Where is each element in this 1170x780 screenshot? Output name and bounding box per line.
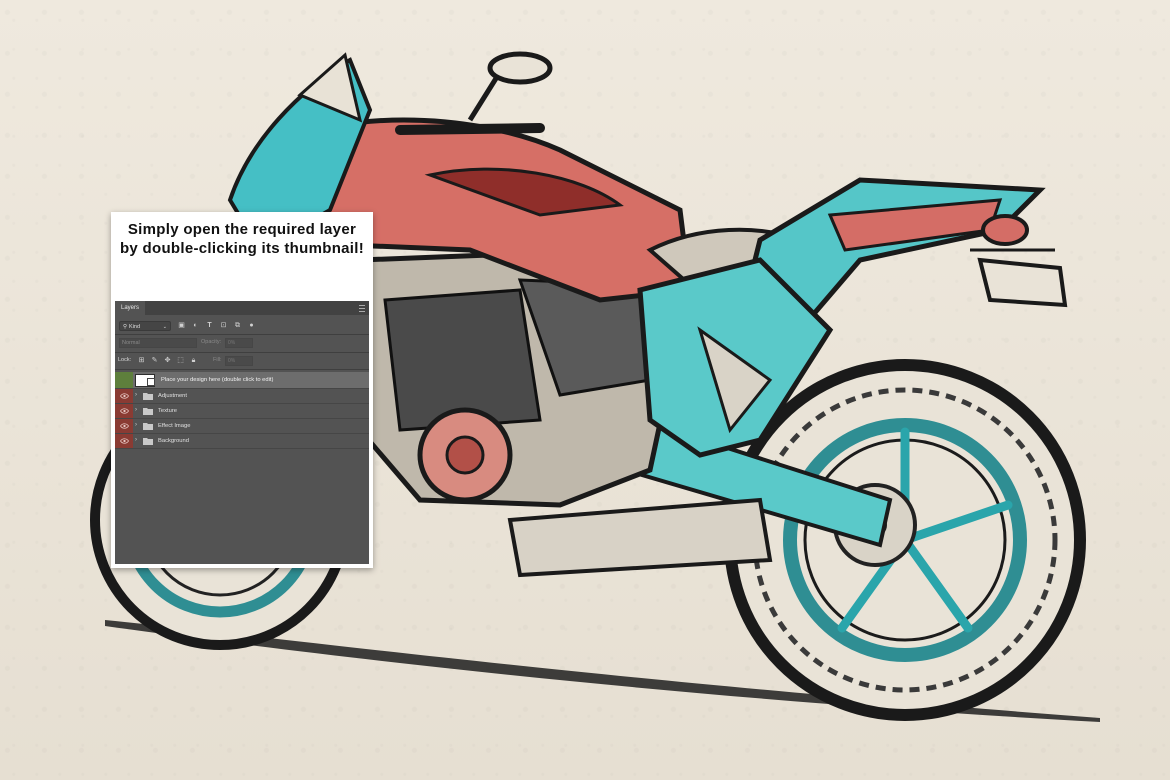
lock-artboard-icon[interactable]: ⬚ [176,356,185,365]
tab-layers[interactable]: Layers [115,301,146,315]
panel-menu-icon[interactable] [359,305,365,312]
chevron-right-icon[interactable]: › [135,407,137,413]
folder-icon [143,423,153,430]
blend-mode-select[interactable]: Normal [119,338,197,348]
layer-row-texture[interactable]: › Texture [115,404,369,419]
layer-name: Adjustment [158,393,187,399]
lock-all-icon[interactable]: 🔒︎ [189,356,198,365]
lock-position-icon[interactable]: ✥ [163,356,172,365]
instruction-text: Simply open the required layer by double… [119,221,365,257]
folder-icon [143,438,153,445]
layer-name: Place your design here (double click to … [161,377,274,383]
visibility-toggle[interactable] [115,434,133,448]
chevron-down-icon: ⌄ [162,324,167,330]
layer-name: Texture [158,408,178,414]
lock-transparent-pixels-icon[interactable]: ⊞ [137,356,146,365]
layer-row-effect-image[interactable]: › Effect Image [115,419,369,434]
eye-icon [119,408,129,414]
lock-label: Lock: [118,357,132,363]
folder-icon [143,393,153,400]
divider [115,352,369,353]
layer-filter-row: ⚲ Kind ⌄ ▣ ◐ T ⊡ ⧉ ● [115,320,369,332]
layers-panel: Layers ⚲ Kind ⌄ ▣ ◐ T ⊡ ⧉ ● Normal Opacit… [115,301,369,564]
visibility-toggle[interactable] [115,404,133,418]
adjustment-filter-icon[interactable]: ◐ [191,321,200,330]
instruction-callout-card: Simply open the required layer by double… [111,212,373,568]
layer-row-adjustment[interactable]: › Adjustment [115,389,369,404]
search-icon: ⚲ [123,324,128,330]
layer-name: Effect Image [158,423,191,429]
visibility-toggle[interactable] [115,419,133,433]
image-filter-icon[interactable]: ▣ [177,321,186,330]
panel-tab-bar: Layers [115,301,369,315]
fill-label: Fill: [213,357,222,363]
opacity-label: Opacity: [201,339,222,345]
divider [115,334,369,335]
filter-toggle-icon[interactable]: ● [247,321,256,330]
chevron-right-icon[interactable]: › [135,392,137,398]
fill-field[interactable]: 0% [225,356,253,366]
type-filter-icon[interactable]: T [205,321,214,330]
shape-filter-icon[interactable]: ⊡ [219,321,228,330]
smart-object-badge-icon [147,378,155,386]
layer-row-background[interactable]: › Background [115,434,369,449]
layer-row-smart-object[interactable]: Place your design here (double click to … [115,372,369,389]
eye-icon [119,438,129,444]
eye-icon [119,393,129,399]
rear-wheel [724,359,1086,721]
chevron-right-icon[interactable]: › [135,437,137,443]
visibility-toggle[interactable] [115,372,133,388]
chevron-right-icon[interactable]: › [135,422,137,428]
exhaust [507,497,773,578]
layer-list: Place your design here (double click to … [115,372,369,449]
divider [115,369,369,370]
blend-row: Normal Opacity: 0% [115,337,369,349]
opacity-field[interactable]: 0% [225,338,253,348]
eye-icon [119,423,129,429]
smart-object-filter-icon[interactable]: ⧉ [233,321,242,330]
kind-filter-select[interactable]: ⚲ Kind ⌄ [119,321,171,331]
layer-name: Background [158,438,189,444]
folder-icon [143,408,153,415]
lock-image-pixels-icon[interactable]: ✎ [150,356,159,365]
license-plate [977,257,1068,308]
visibility-toggle[interactable] [115,389,133,403]
lock-row: Lock: ⊞ ✎ ✥ ⬚ 🔒︎ Fill: 0% [115,355,369,367]
